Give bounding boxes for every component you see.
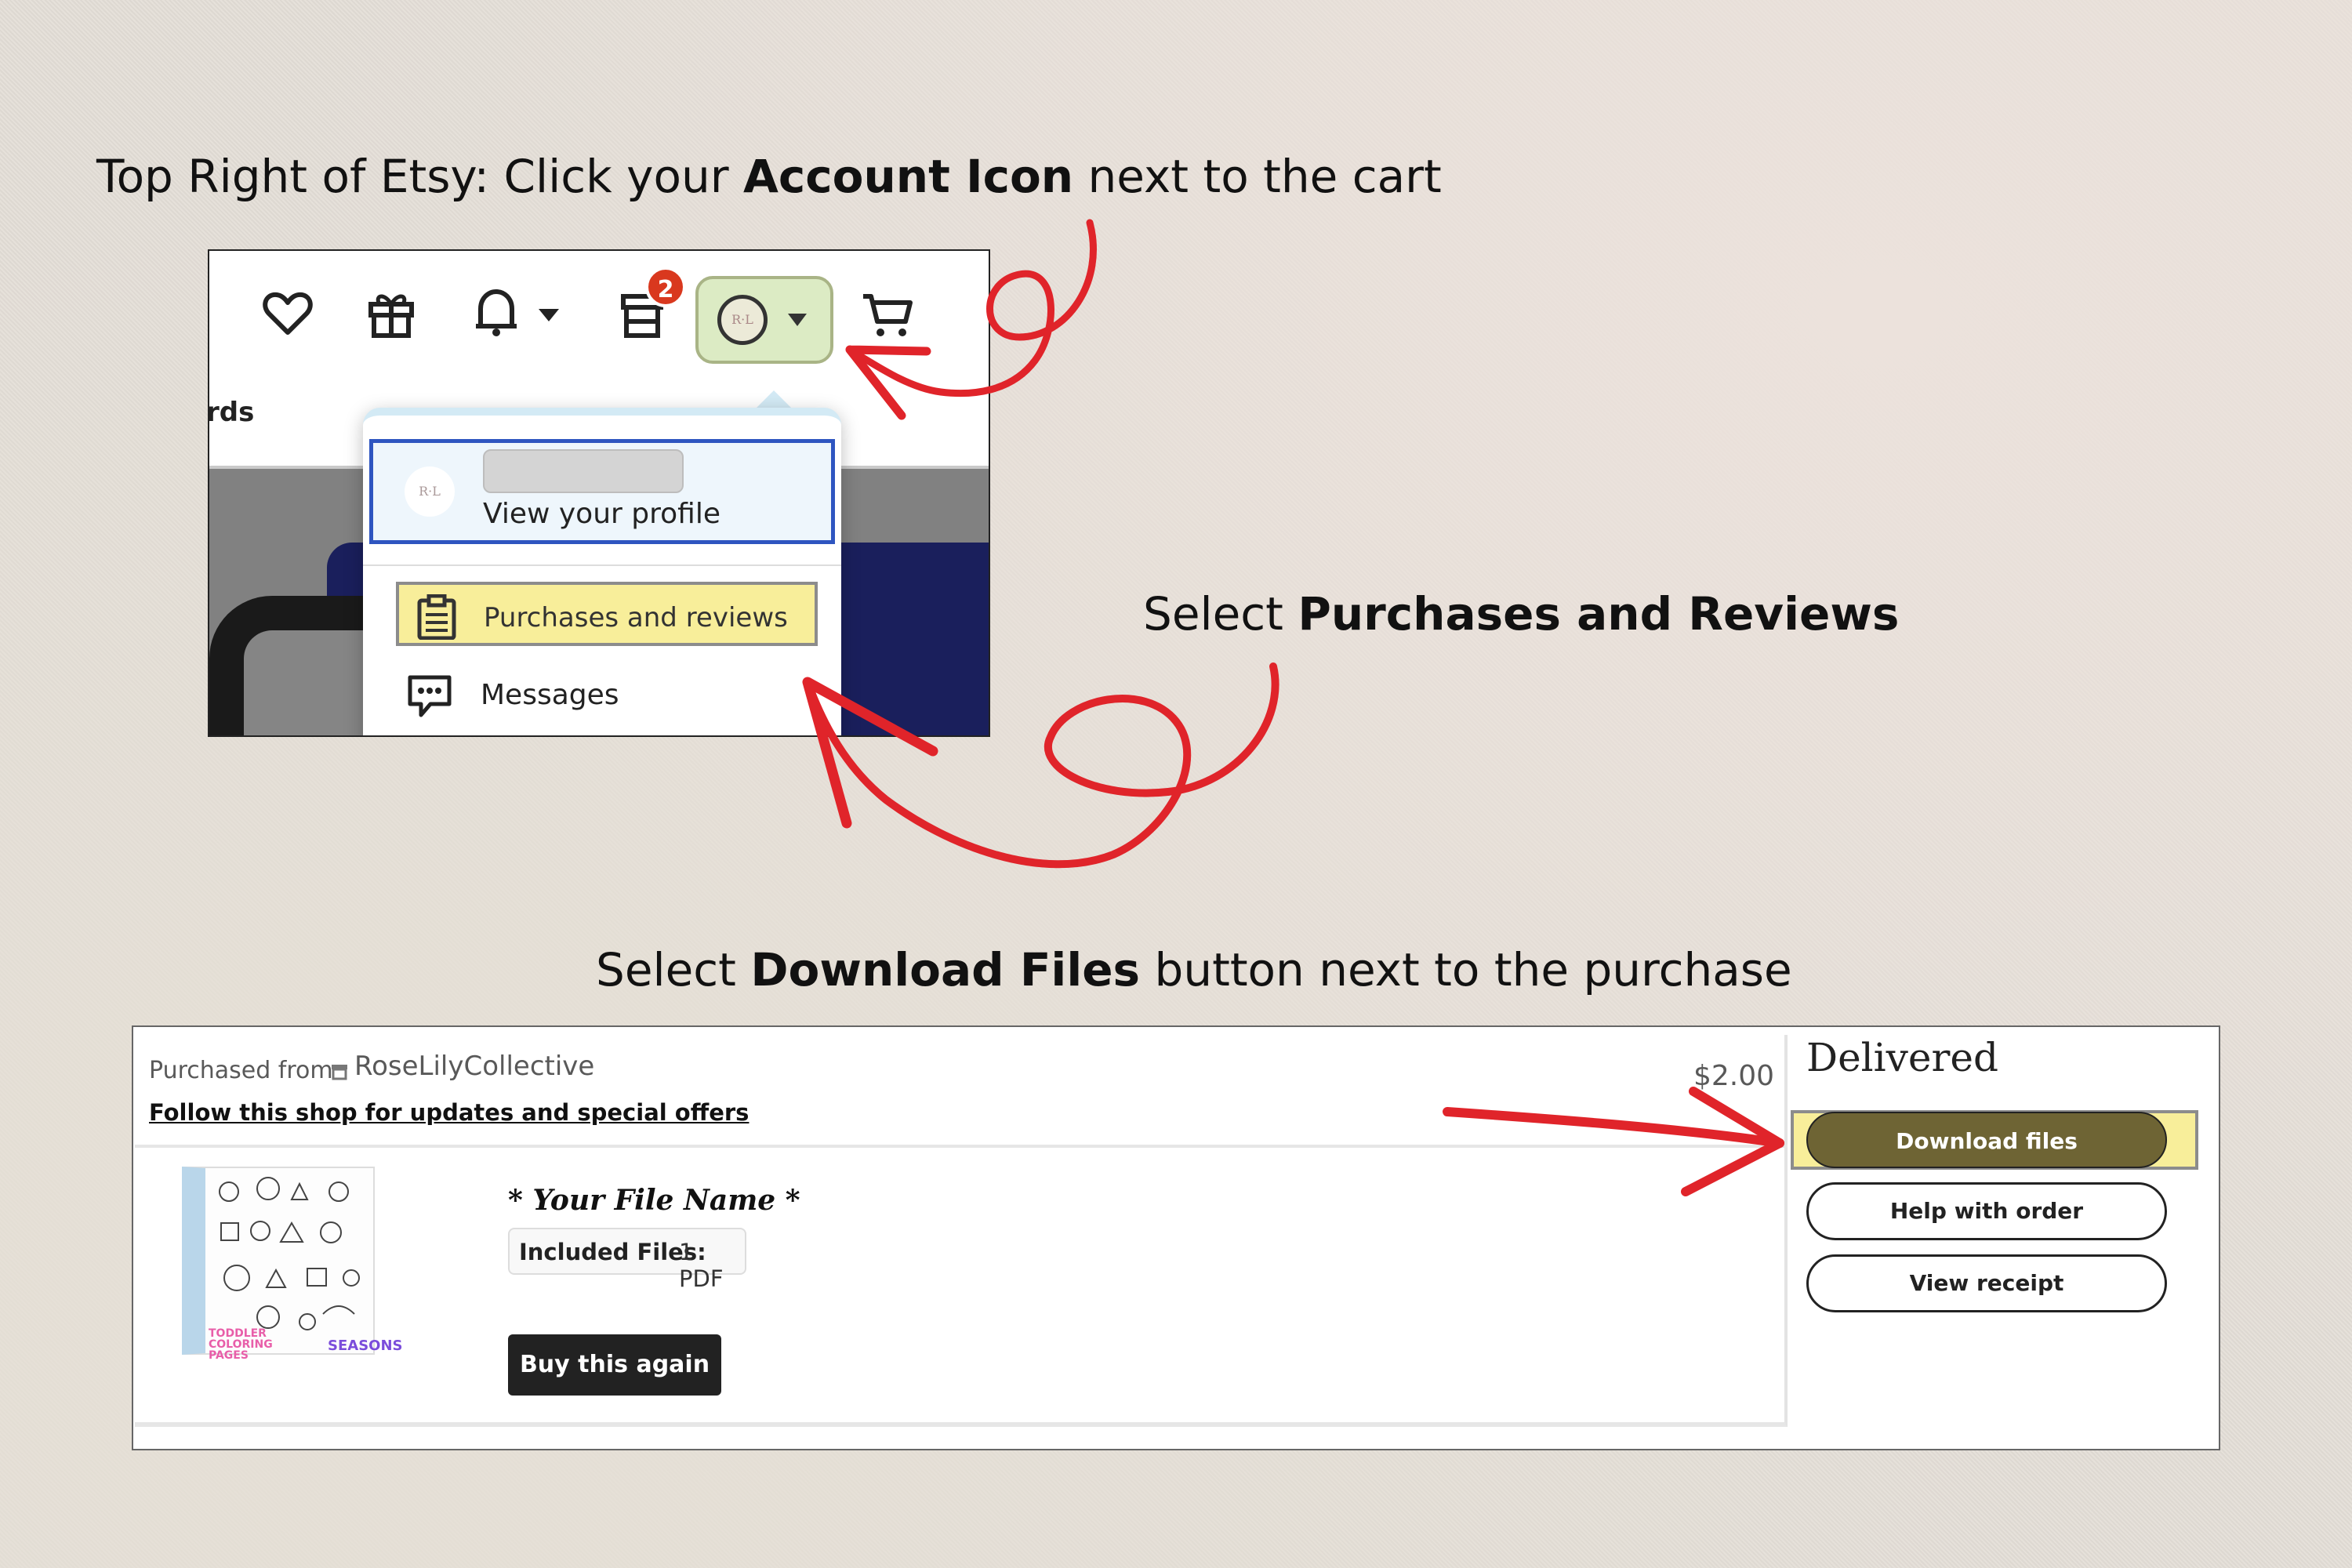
- bell-icon[interactable]: [473, 285, 520, 343]
- instruction-emphasis: Download Files: [750, 943, 1141, 996]
- product-title[interactable]: * Your File Name *: [508, 1184, 800, 1217]
- cart-icon[interactable]: [862, 292, 915, 342]
- instruction-text: button next to the purchase: [1140, 943, 1792, 996]
- shop-name-link[interactable]: RoseLilyCollective: [354, 1051, 594, 1082]
- thumbnail-caption: SEASONS: [328, 1338, 403, 1354]
- order-status: Delivered: [1806, 1035, 1998, 1080]
- purchased-from-label: Purchased from: [149, 1057, 333, 1084]
- instruction-text: Top Right of Etsy: Click your: [96, 150, 743, 203]
- download-files-button[interactable]: Download files: [1806, 1112, 2167, 1168]
- instruction-step-3: Select Download Files button next to the…: [596, 947, 1792, 993]
- notification-badge: 2: [645, 267, 686, 307]
- purchase-card: Purchased from RoseLilyCollective Follow…: [135, 1035, 1788, 1427]
- buy-again-button[interactable]: Buy this again: [508, 1334, 721, 1396]
- shop-icon: [329, 1062, 350, 1085]
- etsy-header-screenshot: rds 2 R·L R·L View your profile Purchase…: [208, 249, 990, 737]
- menu-item-messages[interactable]: Messages: [481, 679, 619, 711]
- chevron-down-icon[interactable]: [537, 307, 561, 326]
- message-icon[interactable]: [407, 674, 452, 721]
- view-profile-label: View your profile: [483, 498, 720, 530]
- thumbnail-caption: TODDLER COLORING PAGES: [209, 1327, 273, 1362]
- instruction-step-1: Top Right of Etsy: Click your Account Ic…: [96, 154, 1442, 199]
- included-files-badge: Included Files: 1 PDF: [508, 1228, 746, 1292]
- instruction-text: Select: [1143, 587, 1298, 641]
- account-button[interactable]: R·L: [695, 276, 833, 364]
- account-icon[interactable]: R·L: [717, 295, 768, 345]
- view-receipt-button[interactable]: View receipt: [1806, 1254, 2167, 1312]
- chevron-down-icon[interactable]: [786, 312, 808, 331]
- instruction-text: next to the cart: [1073, 150, 1442, 203]
- redacted-username: [483, 449, 684, 493]
- divider: [135, 1145, 1788, 1148]
- gift-icon[interactable]: [366, 287, 416, 342]
- instruction-emphasis: Purchases and Reviews: [1298, 587, 1900, 641]
- cropped-nav-text: rds: [208, 397, 255, 428]
- order-price: $2.00: [1693, 1060, 1775, 1092]
- included-files-value: 1 PDF: [679, 1239, 724, 1292]
- help-with-order-button[interactable]: Help with order: [1806, 1182, 2167, 1240]
- instruction-text: Select: [596, 943, 751, 996]
- included-files-label: Included Files:: [519, 1239, 706, 1265]
- menu-item-label: Purchases and reviews: [484, 602, 788, 633]
- view-profile-item[interactable]: R·L View your profile: [369, 439, 835, 544]
- product-thumbnail[interactable]: TODDLER COLORING PAGES SEASONS: [182, 1167, 402, 1361]
- clipboard-icon: [415, 593, 459, 643]
- instruction-step-2: Select Purchases and Reviews: [1143, 591, 1899, 637]
- instruction-emphasis: Account Icon: [743, 150, 1074, 203]
- menu-divider: [363, 564, 841, 566]
- menu-item-purchases-and-reviews[interactable]: Purchases and reviews: [396, 582, 818, 646]
- heart-icon[interactable]: [263, 290, 313, 340]
- avatar: R·L: [405, 466, 455, 517]
- account-dropdown-menu: R·L View your profile Purchases and revi…: [363, 408, 841, 735]
- follow-shop-link[interactable]: Follow this shop for updates and special…: [149, 1099, 749, 1126]
- purchase-card-screenshot: Purchased from RoseLilyCollective Follow…: [132, 1025, 2220, 1450]
